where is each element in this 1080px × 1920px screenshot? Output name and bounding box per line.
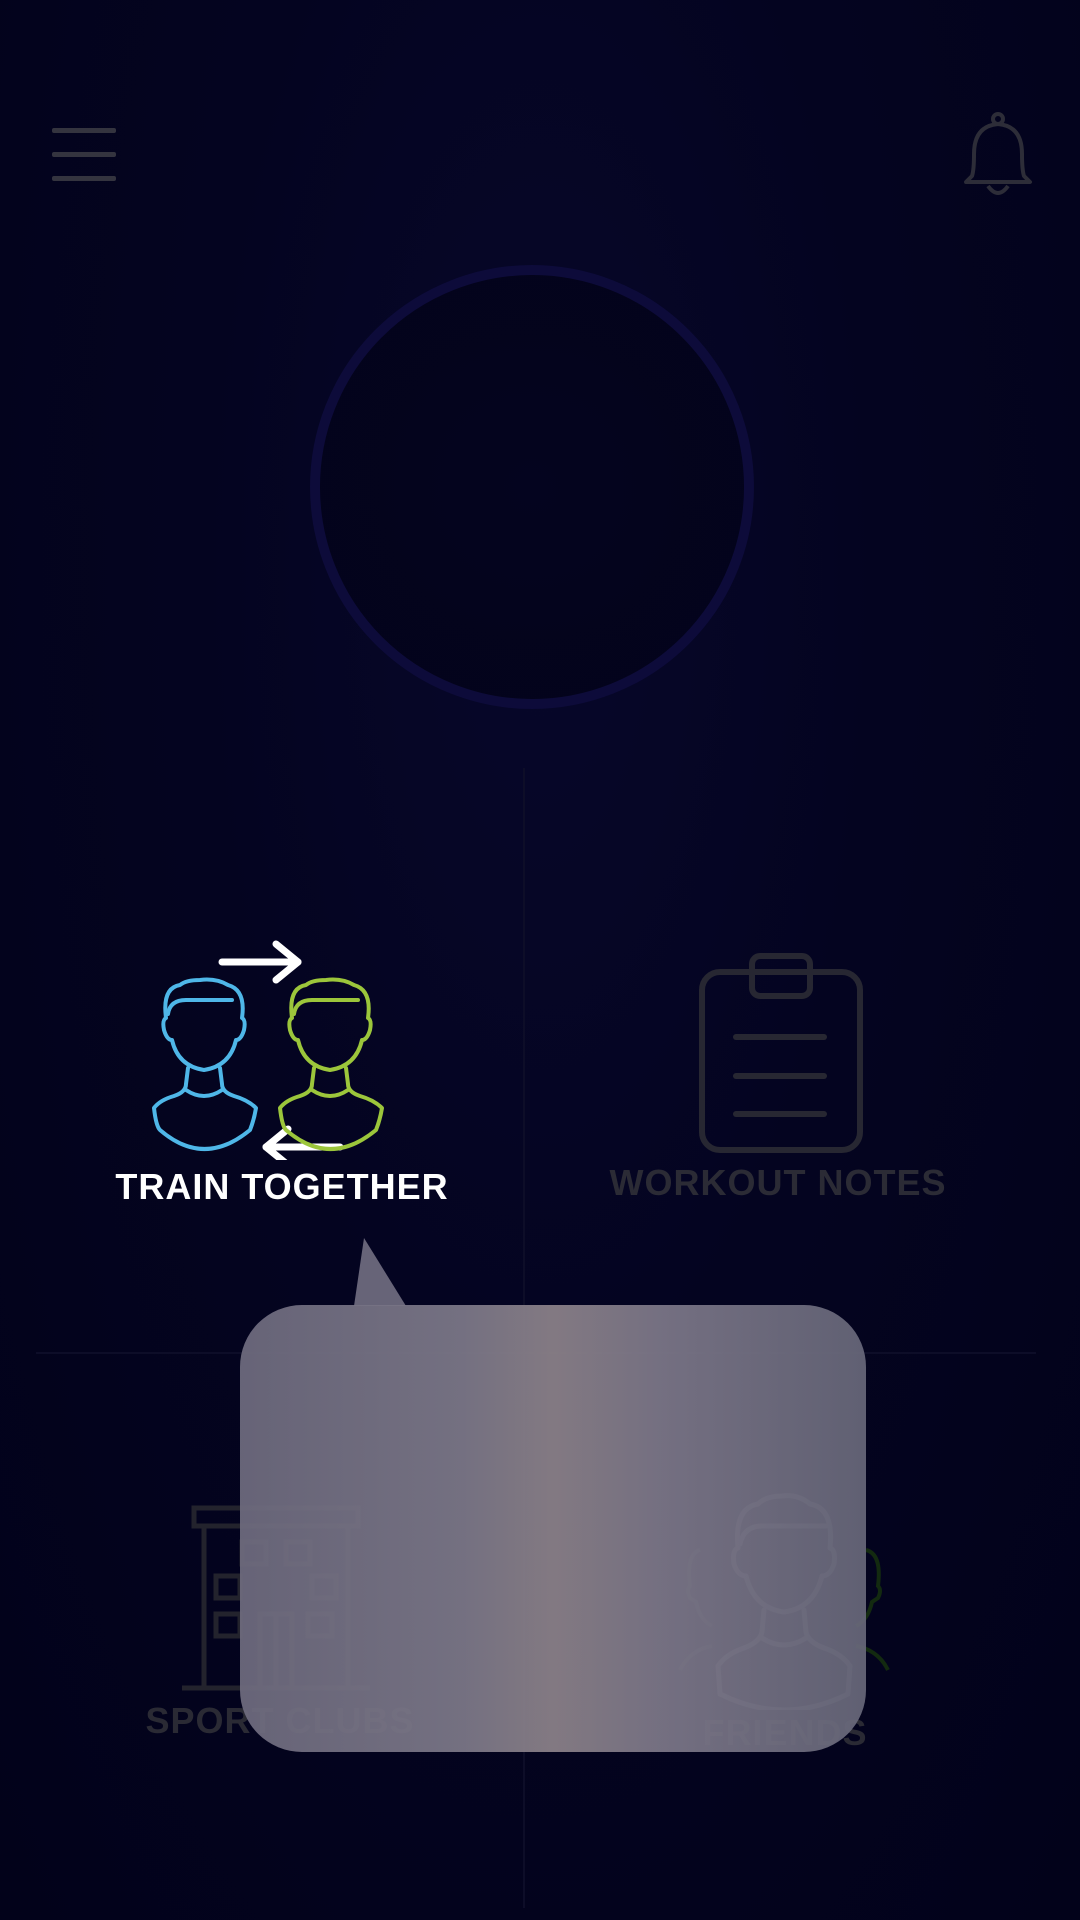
workout-notes-tile[interactable]: WORKOUT NOTES [586,930,970,1220]
onboarding-tooltip[interactable] [240,1305,866,1752]
menu-line [52,176,116,181]
menu-line [52,152,116,157]
menu-button[interactable] [50,128,118,184]
train-together-label: TRAIN TOGETHER [115,1166,449,1207]
home-screen: TRAIN TOGETHER WORKOUT NOTES SPORT [0,0,1080,1920]
notifications-button[interactable] [958,110,1038,198]
tooltip-pointer [354,1238,406,1306]
bell-icon [964,112,1032,195]
train-together-tile[interactable]: TRAIN TOGETHER [70,930,494,1220]
workout-notes-label: WORKOUT NOTES [609,1162,947,1203]
profile-ring[interactable] [310,265,754,709]
menu-line [52,128,116,133]
